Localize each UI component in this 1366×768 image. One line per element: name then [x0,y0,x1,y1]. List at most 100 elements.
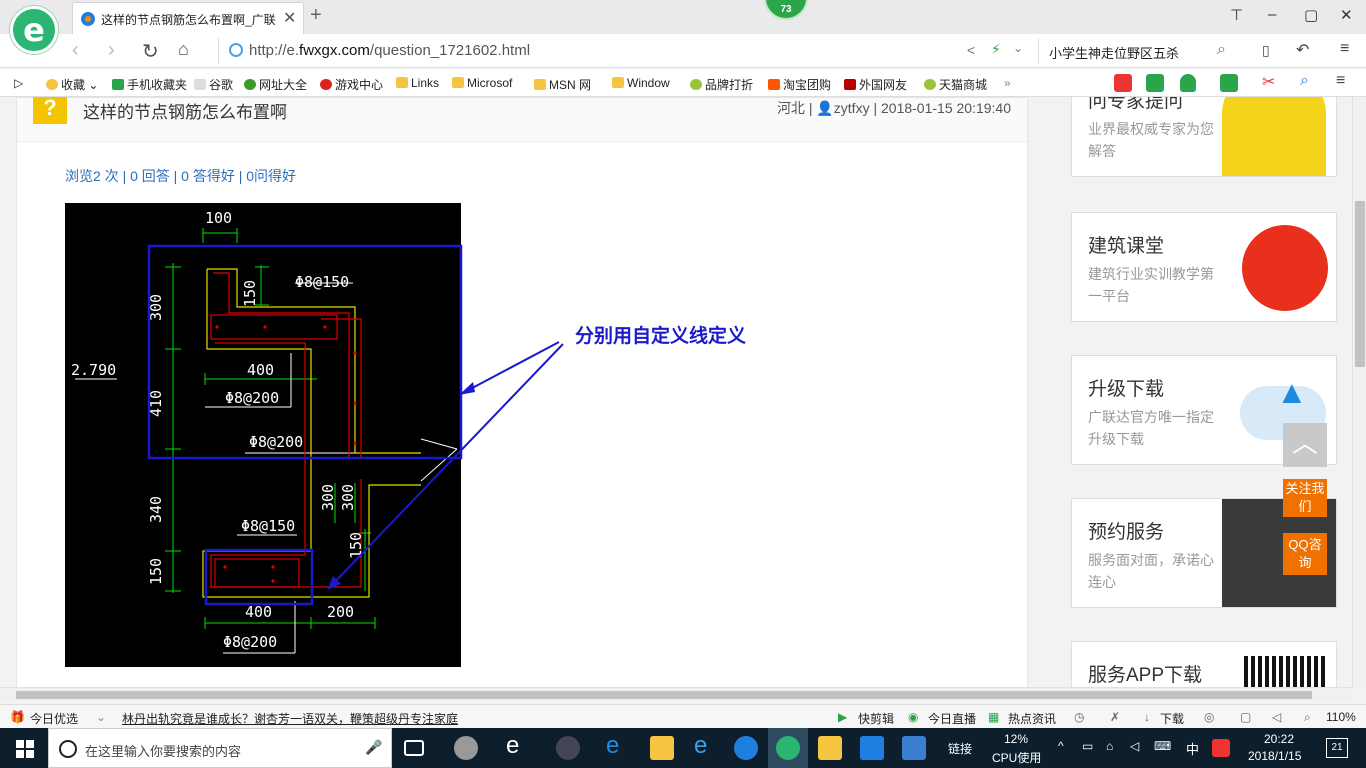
speed-mode-icon[interactable]: ⚡ [991,41,1001,58]
bookmark-favorites[interactable]: 收藏 ⌄ [46,76,98,93]
gift-icon: 🎁 [10,710,25,724]
card-classroom[interactable]: 建筑课堂 建筑行业实训教学第一平台 [1071,212,1337,322]
search-icon[interactable]: ⌕ [1217,41,1226,59]
microphone-icon[interactable]: 🎤 [365,739,382,756]
bookmark-foreign[interactable]: 外国网友 [844,76,907,93]
windows-logo-icon [16,740,24,748]
links-toolbar[interactable]: 链接 [948,740,972,757]
task-view-icon[interactable] [404,740,424,756]
live-icon: ◉ [908,710,919,724]
sogou-ime-icon[interactable] [1212,739,1230,757]
ie-e-icon[interactable]: e [506,732,519,760]
shield-ext-icon[interactable] [1180,74,1196,92]
bookmark-hao[interactable]: 网址大全 [244,76,307,93]
bookmark-microsoft[interactable]: Microsof [452,76,512,90]
vertical-scroll-thumb[interactable] [1355,201,1365,367]
live-link[interactable]: 今日直播 [928,710,976,727]
maximize-icon[interactable]: ▢ [1304,6,1318,24]
share-icon[interactable]: < [967,42,975,58]
translate-ext-icon[interactable] [1220,74,1238,92]
speaker-icon[interactable]: ◁ [1130,739,1139,753]
forward-icon[interactable]: › [108,39,115,62]
arrow-line-lower [330,343,564,587]
quick-cut-link[interactable]: 快剪辑 [858,710,894,727]
window-icon[interactable]: ▢ [1240,710,1251,724]
bookmark-brand-sale[interactable]: 品牌打折 [690,76,753,93]
browser-360-icon[interactable] [776,736,800,760]
start-button[interactable] [0,728,48,768]
horizontal-scroll-thumb[interactable] [16,691,1312,699]
vertical-scrollbar[interactable] [1352,97,1366,687]
shirt-skin-icon[interactable]: ⊤ [1230,6,1243,24]
show-hidden-icons[interactable]: ^ [1058,739,1064,753]
sidebar-toggle-icon[interactable]: ▷ [14,76,23,90]
bookmark-tmall[interactable]: 天猫商城 [924,76,987,93]
search-box[interactable]: 小学生神走位野区五杀 ⌕ [1038,38,1238,64]
address-url[interactable]: http://e.fwxgx.com/question_1721602.html [249,42,530,59]
new-tab-icon[interactable]: + [310,4,322,27]
news-headline-link[interactable]: 林丹出轨究竟是谁成长？谢杏芳一语双关，鞭策超级丹专注家庭 [122,710,458,727]
network-icon[interactable]: ⌂ [1106,739,1113,753]
battery-icon[interactable]: ▭ [1082,739,1093,753]
ime-indicator[interactable]: 中 [1186,739,1199,758]
home-icon[interactable]: ⌂ [178,39,189,60]
file-explorer-icon[interactable] [650,736,674,760]
browser-icon[interactable]: ◎ [1204,710,1214,724]
clock-time[interactable]: 20:22 [1264,732,1294,746]
card-app-download[interactable]: 服务APP下载 [1071,641,1337,687]
book-ext-icon[interactable] [1146,74,1164,92]
notification-badge[interactable]: 73 [764,0,808,20]
pin-icon[interactable]: ✗ [1110,710,1120,724]
volume-icon[interactable]: ◁ [1272,710,1281,724]
zoom-level[interactable]: 110% [1326,710,1356,724]
download-link[interactable]: 下载 [1160,710,1184,727]
bookmark-games[interactable]: 游戏中心 [320,76,383,93]
bookmark-taobao[interactable]: 淘宝团购 [768,76,831,93]
browser-logo-icon[interactable]: e [10,6,58,54]
follow-us-button[interactable]: 关注我们 [1283,479,1327,517]
magnifier-ext-icon[interactable]: ⌕ [1300,72,1309,90]
bookmark-msn[interactable]: MSN 网 [534,76,591,93]
bookmark-google[interactable]: 谷歌 [194,76,233,93]
discount-ext-icon[interactable] [1114,74,1132,92]
tab-active[interactable]: 这样的节点钢筋怎么布置啊_广联 ✕ [72,2,304,34]
expand-icon[interactable]: ⌄ [96,710,106,724]
card-ask-expert[interactable]: 问专家提问 业界最权威专家为您解答 [1071,97,1337,177]
undo-icon[interactable]: ↶ [1296,40,1309,60]
close-window-icon[interactable]: ✕ [1340,6,1353,24]
keyboard-icon[interactable]: ⌨ [1154,739,1171,753]
chevron-down-icon[interactable]: ⌄ [1013,41,1023,55]
qq-consult-button[interactable]: QQ咨询 [1283,533,1327,575]
phone-icon[interactable]: ▯ [1262,42,1270,59]
taskbar-search[interactable]: 在这里输入你要搜索的内容 🎤 [48,728,392,768]
taskbar-search-input[interactable]: 在这里输入你要搜索的内容 [85,741,241,760]
tab-close-icon[interactable]: ✕ [283,8,296,28]
action-center-icon[interactable]: 21 [1326,738,1348,758]
more-bookmarks-icon[interactable]: » [1004,76,1011,90]
clock-date[interactable]: 2018/1/15 [1248,749,1301,763]
search-input[interactable]: 小学生神走位野区五杀 [1049,43,1179,62]
bookmark-links[interactable]: Links [396,76,439,90]
back-to-top-icon[interactable]: ︿ [1283,423,1327,467]
bookmark-mobile[interactable]: 手机收藏夹 [112,76,187,93]
horizontal-scrollbar[interactable] [0,687,1352,701]
back-icon[interactable]: ‹ [72,39,79,62]
notes-app-icon[interactable] [818,736,842,760]
speed-icon[interactable]: ◷ [1074,710,1084,724]
fan-app-icon[interactable] [454,736,478,760]
plus-app-icon[interactable] [860,736,884,760]
wechat-like-icon[interactable] [556,736,580,760]
hot-news-link[interactable]: 热点资讯 [1008,710,1056,727]
today-pick[interactable]: 今日优选 [30,710,78,727]
clipboard-app-icon[interactable] [902,736,926,760]
extensions-menu-icon[interactable]: ≡ [1336,72,1345,90]
scissors-ext-icon[interactable]: ✂ [1262,72,1275,92]
menu-icon[interactable]: ≡ [1340,40,1349,58]
address-bar[interactable]: http://e.fwxgx.com/question_1721602.html… [218,38,1034,64]
edge-icon[interactable]: e [606,732,619,760]
glodon-g-icon[interactable] [734,736,758,760]
refresh-icon[interactable]: ↻ [142,39,159,64]
internet-explorer-icon[interactable]: e [694,732,707,760]
bookmark-windows[interactable]: Window [612,76,670,90]
minimize-icon[interactable]: – [1268,6,1276,23]
